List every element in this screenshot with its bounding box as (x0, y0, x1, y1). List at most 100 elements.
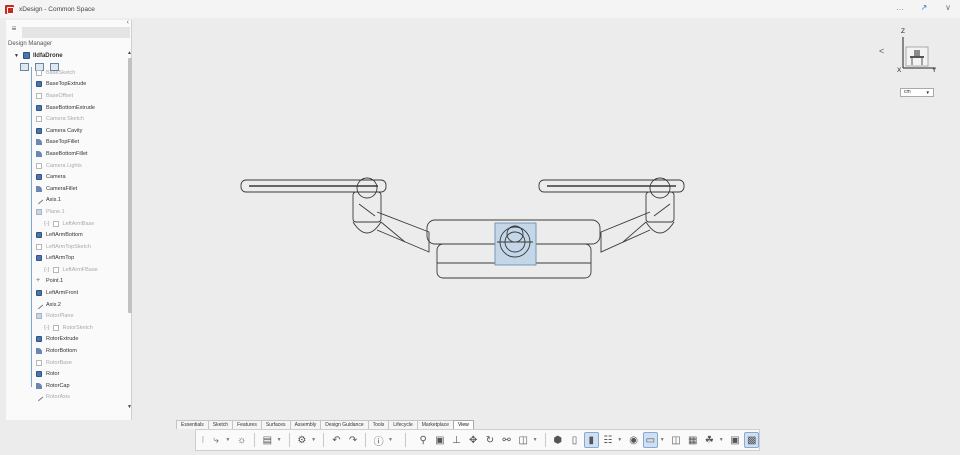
scroll-up-icon[interactable]: ▲ (127, 50, 132, 56)
unit-select[interactable]: cm ▼ (900, 88, 934, 97)
dropdown-arrow-icon: ▼ (925, 90, 930, 95)
tree-item[interactable]: BaseTopFillet (6, 137, 124, 149)
pan-icon[interactable]: ✥ (466, 432, 481, 448)
tree-item[interactable]: {-} RotorSketch (6, 322, 124, 334)
subitem-marker-icon: {-} (44, 324, 50, 331)
tree-item[interactable]: RotorAxis (6, 392, 124, 404)
view-cube-graphic[interactable] (897, 28, 937, 74)
shaded-with-edges-icon[interactable]: ⬢ (550, 432, 565, 448)
tree-item[interactable]: BaseBottomExtrude (6, 102, 124, 114)
tab-marketplace[interactable]: Marketplace (416, 420, 454, 429)
capture-icon[interactable]: ▣ (728, 432, 743, 448)
settings-icon[interactable]: ⚙ (295, 432, 310, 448)
tree-item[interactable]: Rotor (6, 368, 124, 380)
tree-item[interactable]: + Point.1 (6, 276, 124, 288)
render-settings-icon[interactable]: ☘ (702, 432, 717, 448)
dropdown-arrow-icon[interactable]: ▼ (311, 437, 316, 443)
share-icon[interactable]: ↗ (918, 3, 930, 12)
tree-item[interactable]: RotorPlane (6, 310, 124, 322)
more-options-icon[interactable]: … (894, 3, 906, 12)
wireframe-icon[interactable]: ▯ (567, 432, 582, 448)
hide-show-icon[interactable]: ☷ (601, 432, 616, 448)
tree-item[interactable]: Camera Sketch (6, 113, 124, 125)
cylinder-icon[interactable]: ◫ (669, 432, 684, 448)
view-orientation-icon[interactable]: ▣ (433, 432, 448, 448)
save-icon[interactable]: ▤ (260, 432, 275, 448)
view-cube[interactable]: Z X Y (897, 28, 937, 78)
tree-item[interactable]: {-} LeftArmBase (6, 218, 124, 230)
tree-item[interactable]: LeftArmFront (6, 287, 124, 299)
scroll-thumb[interactable] (128, 58, 132, 313)
tree-item[interactable]: CameraFillet (6, 183, 124, 195)
tree-item[interactable]: BaseSketch (6, 67, 124, 79)
tree-item[interactable]: {-} LeftArmFBase (6, 264, 124, 276)
tree-item[interactable]: LeftArmBottom (6, 229, 124, 241)
tree-item[interactable]: BaseBottomFillet (6, 148, 124, 160)
rotate-icon[interactable]: ↻ (483, 432, 498, 448)
undo-icon[interactable]: ↶ (329, 432, 344, 448)
grid-icon[interactable]: ▦ (685, 432, 700, 448)
toolbar-grip-icon[interactable]: ⌈ (202, 436, 205, 444)
dropdown-arrow-icon[interactable]: ▼ (277, 437, 282, 443)
zoom-to-selection-icon[interactable]: ⚯ (499, 432, 514, 448)
tab-view[interactable]: View (452, 420, 474, 429)
tree-view-icon[interactable]: ≡ (8, 23, 20, 35)
tree-item[interactable]: Camera Lights (6, 160, 124, 172)
dropdown-arrow-icon[interactable]: ▼ (617, 437, 622, 443)
fullscreen-icon[interactable]: ▩ (744, 432, 760, 448)
redo-icon[interactable]: ↷ (346, 432, 361, 448)
scroll-down-icon[interactable]: ▼ (127, 404, 132, 410)
tree-item[interactable]: RotorBase (6, 357, 124, 369)
tab-sketch[interactable]: Sketch (207, 420, 234, 429)
chevron-down-icon[interactable]: ∨ (942, 3, 954, 12)
tab-lifecycle[interactable]: Lifecycle (388, 420, 418, 429)
tab-surfaces[interactable]: Surfaces (260, 420, 291, 429)
tree-item-label: RotorExtrude (46, 336, 79, 343)
hidden-lines-visible-icon[interactable]: ▮ (583, 432, 599, 448)
tree-item[interactable]: Axis.2 (6, 299, 124, 311)
appearance-icon[interactable]: ◉ (626, 432, 641, 448)
section-view-icon[interactable]: ◫ (516, 432, 531, 448)
panel-scrollbar[interactable]: ▲ ▼ (127, 50, 132, 410)
tree-item[interactable]: Camera Cavity (6, 125, 124, 137)
tab-assembly[interactable]: Assembly (289, 420, 322, 429)
display-mode-icon[interactable]: ▭ (642, 432, 658, 448)
dropdown-arrow-icon[interactable]: ▼ (388, 437, 393, 443)
smart-dimension-icon[interactable]: ☼ (234, 432, 249, 448)
zoom-icon[interactable]: ⚲ (416, 432, 431, 448)
chevron-left-icon[interactable]: < (879, 46, 884, 56)
dropdown-arrow-icon[interactable]: ▼ (660, 437, 665, 443)
tree-item-label: LeftArmTopSketch (46, 243, 91, 250)
feat-feature-icon (36, 81, 42, 88)
tree-item[interactable]: BaseTopExtrude (6, 79, 124, 91)
tree-item[interactable]: Axis.1 (6, 195, 124, 207)
tab-features[interactable]: Features (232, 420, 262, 429)
normal-to-icon[interactable]: ⊥ (449, 432, 464, 448)
tree-item-label: CameraFillet (46, 185, 78, 192)
tree-item[interactable]: LeftArmTopSketch (6, 241, 124, 253)
root-label: IIdfaDrone (32, 52, 63, 59)
select-icon[interactable]: ⤷ (209, 432, 224, 448)
collapse-panel-icon[interactable]: ‹ (127, 19, 129, 26)
tab-essentials[interactable]: Essentials (176, 420, 209, 429)
tree-item[interactable]: RotorCap (6, 380, 124, 392)
dropdown-arrow-icon[interactable]: ▼ (225, 437, 230, 443)
tree-item[interactable]: RotorExtrude (6, 334, 124, 346)
tree-item[interactable]: BaseOffset (6, 90, 124, 102)
drone-model[interactable] (133, 20, 960, 418)
tree-item[interactable]: Plane.1 (6, 206, 124, 218)
search-input[interactable] (22, 27, 130, 38)
caret-down-icon[interactable]: ▼ (14, 53, 19, 59)
tree-item[interactable]: RotorBottom (6, 345, 124, 357)
tree-item-label: Camera (46, 174, 66, 181)
tree-item[interactable]: Camera (6, 171, 124, 183)
tab-design-guidance[interactable]: Design Guidance (320, 420, 369, 429)
dropdown-arrow-icon[interactable]: ▼ (719, 437, 724, 443)
point-feature-icon: + (36, 277, 41, 285)
tree-root[interactable]: ▼ IIdfaDrone (6, 50, 124, 61)
tab-tools[interactable]: Tools (367, 420, 390, 429)
tree-item[interactable]: LeftArmTop (6, 253, 124, 265)
dropdown-arrow-icon[interactable]: ▼ (533, 437, 538, 443)
graphics-canvas[interactable]: < Z X Y cm ▼ (133, 20, 960, 418)
help-icon[interactable]: ⓘ (371, 432, 386, 448)
